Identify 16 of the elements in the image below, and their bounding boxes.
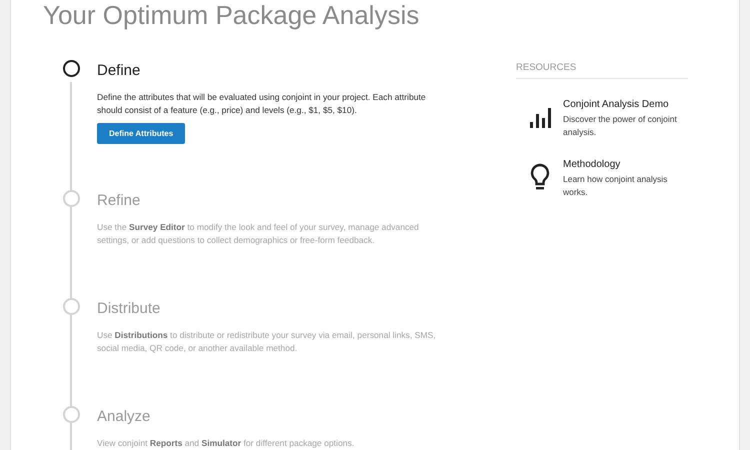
resource-link[interactable]: Conjoint Analysis Demo [563, 99, 688, 110]
lightbulb-icon [530, 163, 550, 191]
step-description: Use the Survey Editor to modify the look and feel of your survey, manage advanced settings, or add questions to collect demographics or free-form feedback. [97, 221, 420, 247]
step-description: Use Distributions to distribute or redistribute your survey via email, personal links, SMS, social media, QR code, or another available method. [97, 329, 437, 355]
step-description: View conjoint Reports and Simulator for different package options. [97, 437, 356, 450]
page-title: Your Optimum Package Analysis [43, 0, 420, 30]
resource-link[interactable]: Methodology [563, 159, 688, 170]
define-attributes-button[interactable]: Define Attributes [97, 123, 186, 144]
resource-description: Learn how conjoint analysis works. [563, 173, 668, 199]
step-title: Refine [97, 192, 142, 209]
resource-description: Discover the power of conjoint analysis. [563, 113, 678, 139]
step-description: Define the attributes that will be evaluated using conjoint in your project. Each attribute should consist of a feature (e.g., price) and levels (e.g., $1, $5, $10). [97, 91, 427, 117]
step-title: Distribute [97, 300, 162, 317]
step-title: Analyze [97, 408, 152, 425]
resources-heading: RESOURCES [516, 62, 688, 79]
step-title: Define [97, 62, 142, 79]
